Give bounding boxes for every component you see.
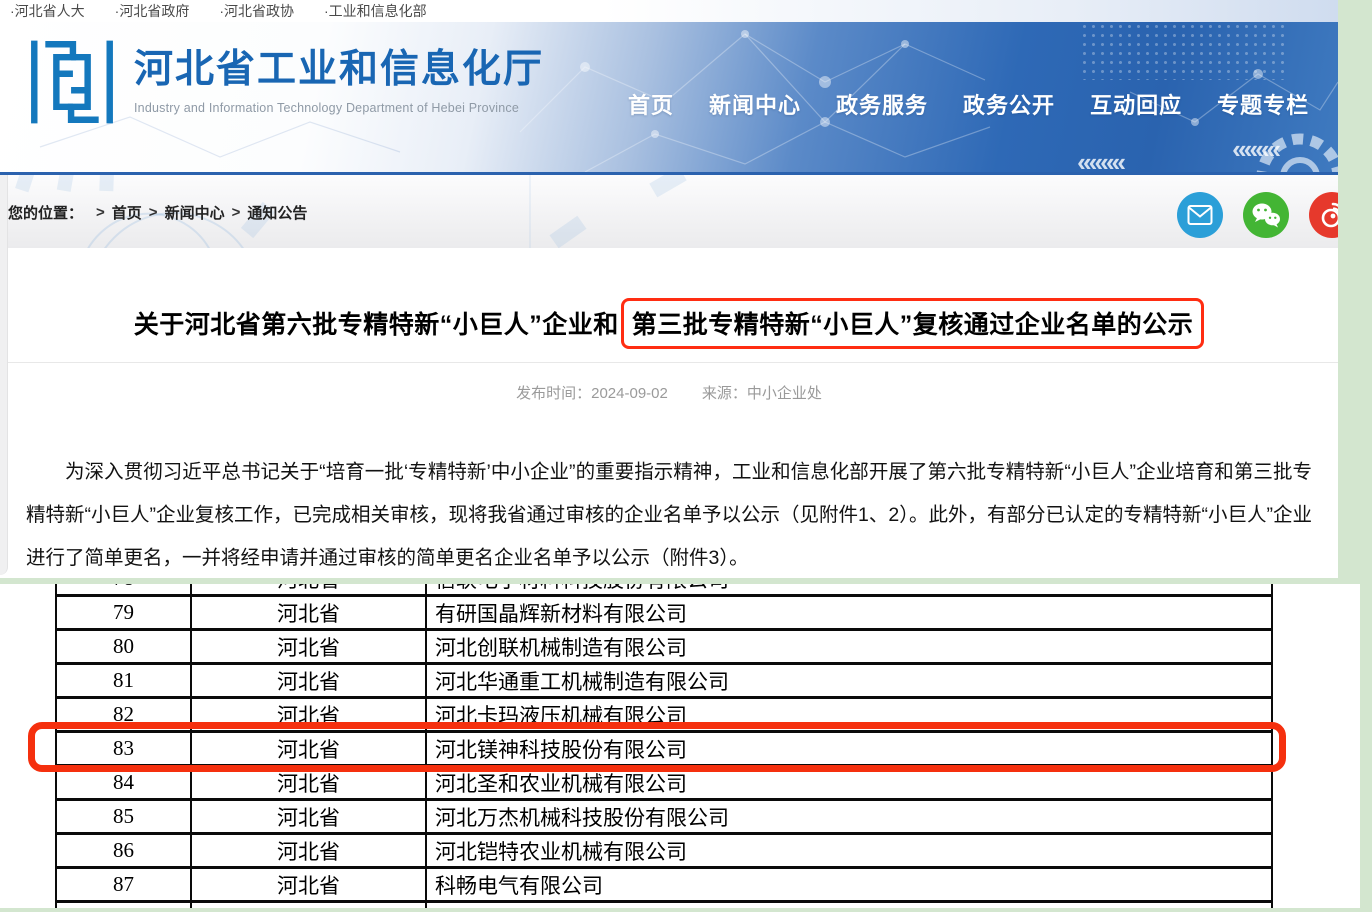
table-cell-number: 87 <box>57 872 190 897</box>
nav-item[interactable]: 新闻中心 <box>709 88 801 120</box>
title-highlight-box: 第三批专精特新“小巨人”复核通过企业名单的公示 <box>621 298 1205 349</box>
table-row: 81 河北省 河北华通重工机械制造有限公司 <box>57 665 1271 699</box>
table-cell-province: 河北省 <box>190 733 425 764</box>
site-header: «««« «««« 河北省工业和信息化厅 Industry and Inform… <box>0 22 1338 172</box>
table-cell-number: 81 <box>57 668 190 693</box>
social-icons <box>1177 192 1338 238</box>
wechat-icon <box>1251 202 1281 228</box>
topbar-link[interactable]: ·河北省政府 <box>115 1 190 21</box>
header-chevrons-left: «««« <box>1077 147 1123 172</box>
main-nav: 首页 新闻中心 政务服务 政务公开 互动回应 专题专栏 <box>628 88 1309 120</box>
table-cell-province: 河北省 <box>190 631 425 662</box>
breadcrumb-item: > 新闻中心 <box>142 202 225 223</box>
table-cell-company: 河北镁神科技股份有限公司 <box>425 733 1271 764</box>
table-cell-company <box>425 903 1271 908</box>
table-cell-province <box>190 903 425 908</box>
nav-item[interactable]: 专题专栏 <box>1217 88 1309 120</box>
table-cell-province: 河北省 <box>190 869 425 900</box>
table-cell-number: 85 <box>57 804 190 829</box>
table-cell-number: 80 <box>57 634 190 659</box>
header-chevrons-right: «««« <box>1232 134 1278 165</box>
table-cell-number: 86 <box>57 838 190 863</box>
table-cell-province: 河北省 <box>190 597 425 628</box>
topbar-link[interactable]: ·河北省政协 <box>219 1 294 21</box>
nav-item[interactable]: 政务服务 <box>836 88 928 120</box>
breadcrumb-item: > 通知公告 <box>225 202 308 223</box>
table-cell-province: 河北省 <box>190 665 425 696</box>
article-meta: 发布时间：2024-09-02 来源：中小企业处 <box>0 382 1338 403</box>
title-divider <box>0 362 1338 363</box>
webpage-window: ·河北省人大 ·河北省政府 ·河北省政协 ·工业和信息化部 <box>0 0 1338 578</box>
table-cell-company: 河北创联机械制造有限公司 <box>425 631 1271 662</box>
nav-item[interactable]: 互动回应 <box>1090 88 1182 120</box>
source-label: 来源： <box>702 385 747 402</box>
source-value: 中小企业处 <box>747 385 822 402</box>
topbar-link[interactable]: ·工业和信息化部 <box>324 1 427 21</box>
weibo-icon <box>1317 201 1338 229</box>
wechat-share-button[interactable] <box>1243 192 1289 238</box>
article-body-paragraph: 为深入贯彻习近平总书记关于“培育一批‘专精特新’中小企业”的重要指示精神，工业和… <box>26 451 1312 578</box>
site-title: 河北省工业和信息化厅 <box>134 46 544 95</box>
nav-item[interactable]: 首页 <box>628 88 674 120</box>
breadcrumb-separator: > <box>149 204 158 221</box>
nav-item[interactable]: 政务公开 <box>963 88 1055 120</box>
hebei-miit-logo-icon <box>26 36 118 128</box>
table-cell-province: 河北省 <box>190 801 425 832</box>
table-cell-company: 河北圣和农业机械有限公司 <box>425 767 1271 798</box>
breadcrumb-separator: > <box>232 204 241 221</box>
company-list-table-image: 78 河北省 信联电子材料科技股份有限公司 79 河北省 有研国晶辉新材料有限公… <box>0 584 1360 908</box>
article-title: 关于河北省第六批专精特新“小巨人”企业和第三批专精特新“小巨人”复核通过企业名单… <box>0 298 1338 349</box>
breadcrumb-link[interactable]: 通知公告 <box>247 202 307 223</box>
company-table: 78 河北省 信联电子材料科技股份有限公司 79 河北省 有研国晶辉新材料有限公… <box>55 584 1273 908</box>
table-row: 86 河北省 河北铠特农业机械有限公司 <box>57 835 1271 869</box>
article-title-plain: 关于河北省第六批专精特新“小巨人”企业和 <box>134 311 619 339</box>
table-row: 79 河北省 有研国晶辉新材料有限公司 <box>57 597 1271 631</box>
article-area: 关于河北省第六批专精特新“小巨人”企业和第三批专精特新“小巨人”复核通过企业名单… <box>0 298 1338 578</box>
email-icon <box>1187 204 1213 226</box>
table-row: 83 河北省 河北镁神科技股份有限公司 <box>57 733 1271 767</box>
table-cell-company: 河北铠特农业机械有限公司 <box>425 835 1271 866</box>
table-cell-number: 79 <box>57 600 190 625</box>
breadcrumb-link[interactable]: 新闻中心 <box>165 202 225 223</box>
site-logo[interactable]: 河北省工业和信息化厅 Industry and Information Tech… <box>26 36 544 128</box>
header-dots-pattern <box>1080 22 1290 80</box>
table-cell-company: 河北万杰机械科技股份有限公司 <box>425 801 1271 832</box>
table-cell-number: 84 <box>57 770 190 795</box>
table-cell-company: 河北卡玛液压机械有限公司 <box>425 699 1271 730</box>
publish-time-label: 发布时间： <box>516 385 591 402</box>
table-cell-number: 83 <box>57 736 190 761</box>
breadcrumb-bar: 您的位置： > 首页 > 新闻中心 > 通知公告 <box>0 175 1338 248</box>
topbar-link[interactable]: ·河北省人大 <box>10 1 85 21</box>
table-row: 87 河北省 科畅电气有限公司 <box>57 869 1271 903</box>
site-subtitle: Industry and Information Technology Depa… <box>134 101 544 115</box>
table-cell-province: 河北省 <box>190 699 425 730</box>
topbar: ·河北省人大 ·河北省政府 ·河北省政协 ·工业和信息化部 <box>0 0 1338 22</box>
table-row: 78 河北省 信联电子材料科技股份有限公司 <box>57 584 1271 597</box>
page-edge-strip <box>0 175 8 575</box>
table-cell-number: 82 <box>57 702 190 727</box>
table-cell-company: 河北华通重工机械制造有限公司 <box>425 665 1271 696</box>
table-row: 84 河北省 河北圣和农业机械有限公司 <box>57 767 1271 801</box>
breadcrumb-link[interactable]: 首页 <box>112 202 142 223</box>
breadcrumb-separator: > <box>96 204 105 221</box>
publish-time-value: 2024-09-02 <box>591 385 668 402</box>
table-cell-province: 河北省 <box>190 835 425 866</box>
table-cell-company: 信联电子材料科技股份有限公司 <box>425 584 1271 594</box>
table-cell-province: 河北省 <box>190 767 425 798</box>
table-cell-number: 78 <box>57 584 190 591</box>
table-row: 80 河北省 河北创联机械制造有限公司 <box>57 631 1271 665</box>
table-cell-company: 科畅电气有限公司 <box>425 869 1271 900</box>
table-row: 82 河北省 河北卡玛液压机械有限公司 <box>57 699 1271 733</box>
table-cell-province: 河北省 <box>190 584 425 594</box>
breadcrumb-label: 您的位置： <box>8 202 83 223</box>
breadcrumb: 您的位置： > 首页 > 新闻中心 > 通知公告 <box>8 202 307 223</box>
breadcrumb-item: > 首页 <box>89 202 142 223</box>
table-cell-company: 有研国晶辉新材料有限公司 <box>425 597 1271 628</box>
table-row <box>57 903 1271 908</box>
weibo-share-button[interactable] <box>1309 192 1338 238</box>
table-row: 85 河北省 河北万杰机械科技股份有限公司 <box>57 801 1271 835</box>
email-share-button[interactable] <box>1177 192 1223 238</box>
